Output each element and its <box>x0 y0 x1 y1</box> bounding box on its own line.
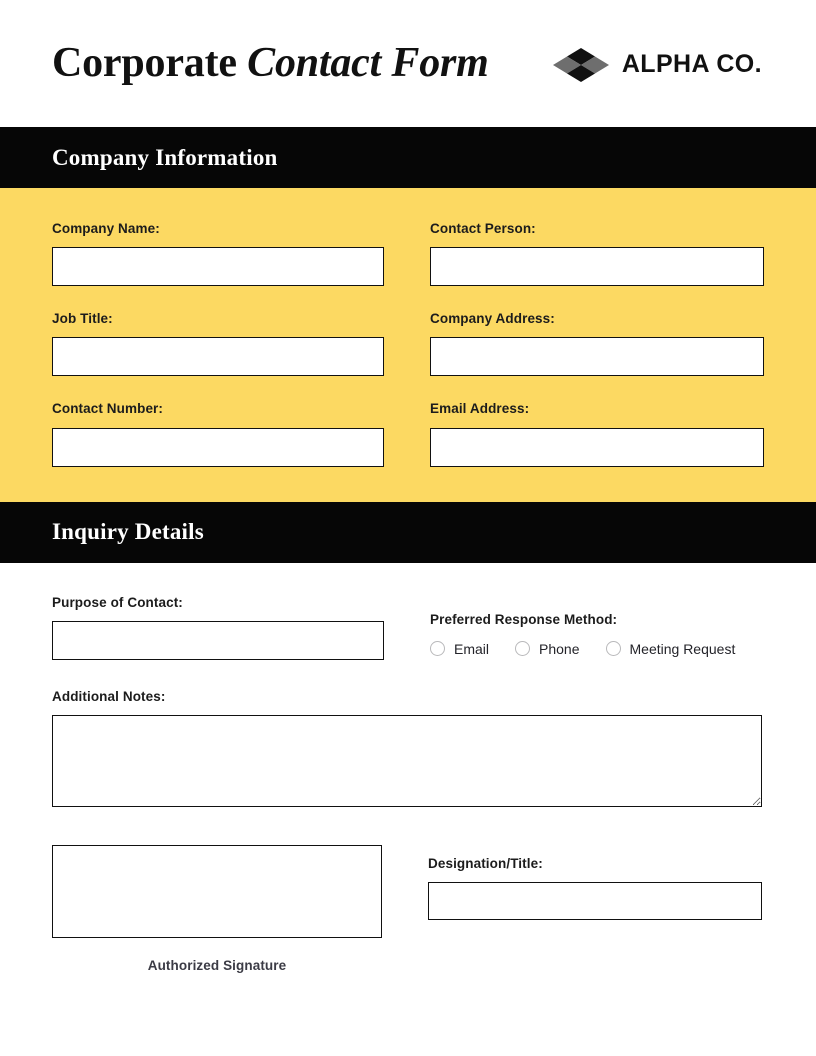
field-label: Email Address: <box>430 401 530 417</box>
company-name-input[interactable] <box>52 247 384 287</box>
field-row-2: Job Title: Company Address: <box>52 311 764 377</box>
inquiry-details-body: Purpose of Contact: Preferred Response M… <box>0 562 816 973</box>
field-additional-notes: Additional Notes: <box>52 689 764 812</box>
page-title: Corporate Contact Form <box>52 41 489 85</box>
page-header: Corporate Contact Form ALPHA CO. <box>0 0 816 127</box>
company-address-input[interactable] <box>430 337 764 377</box>
contact-number-input[interactable] <box>52 427 384 467</box>
radio-option-label: Email <box>454 640 490 657</box>
radio-circle-icon[interactable] <box>515 641 531 657</box>
radio-circle-icon[interactable] <box>430 641 445 657</box>
field-label: Contact Number: <box>52 401 164 417</box>
section-header-inquiry-details: Inquiry Details <box>0 501 816 563</box>
field-row-1: Company Name: Contact Person: <box>52 221 764 287</box>
field-label: Job Title: <box>52 311 113 327</box>
radio-option-meeting-request[interactable]: Meeting Request <box>605 640 736 657</box>
radio-option-label: Meeting Request <box>629 640 736 657</box>
purpose-of-contact-input[interactable] <box>52 620 384 660</box>
page-title-primary: Corporate <box>52 40 237 87</box>
field-label: Purpose of Contact: <box>52 594 183 610</box>
signature-row: Authorized Signature Designation/Title: <box>52 844 764 973</box>
field-contact-number: Contact Number: <box>52 401 384 467</box>
field-label: Company Name: <box>52 221 160 236</box>
four-diamond-logo-icon <box>552 47 609 82</box>
signature-canvas[interactable] <box>52 844 382 938</box>
contact-person-input[interactable] <box>430 247 764 287</box>
field-contact-person: Contact Person: <box>430 221 764 287</box>
field-preferred-response-method: Preferred Response Method: Email Phone M… <box>430 595 764 657</box>
field-label: Company Address: <box>430 311 555 327</box>
field-company-name: Company Name: <box>52 221 384 287</box>
signature-caption: Authorized Signature <box>147 957 287 973</box>
additional-notes-textarea[interactable] <box>52 714 762 807</box>
designation-title-input[interactable] <box>428 882 762 921</box>
field-label: Preferred Response Method: <box>430 611 618 627</box>
field-row-3: Contact Number: Email Address: <box>52 401 764 467</box>
response-method-radio-group: Email Phone Meeting Request <box>430 641 764 657</box>
radio-option-email[interactable]: Email <box>430 641 489 657</box>
field-authorized-signature: Authorized Signature <box>52 844 382 973</box>
field-purpose-of-contact: Purpose of Contact: <box>52 595 384 660</box>
field-company-address: Company Address: <box>430 311 764 377</box>
field-job-title: Job Title: <box>52 311 384 377</box>
radio-circle-icon[interactable] <box>605 641 621 657</box>
brand-lockup: ALPHA CO. <box>552 47 762 82</box>
section-title: Inquiry Details <box>52 519 204 545</box>
section-title: Company Information <box>52 144 278 170</box>
field-email-address: Email Address: <box>430 401 764 467</box>
form-page: Corporate Contact Form ALPHA CO. Company… <box>0 0 816 1056</box>
brand-name: ALPHA CO. <box>621 50 762 78</box>
section-header-company-information: Company Information <box>0 127 816 188</box>
company-information-body: Company Name: Contact Person: Job Title:… <box>0 188 816 502</box>
field-label: Contact Person: <box>430 221 536 236</box>
inquiry-row-1: Purpose of Contact: Preferred Response M… <box>52 595 764 660</box>
field-label: Additional Notes: <box>52 688 166 704</box>
email-address-input[interactable] <box>430 427 764 467</box>
field-designation-title: Designation/Title: <box>428 845 762 921</box>
radio-option-label: Phone <box>539 640 580 657</box>
job-title-input[interactable] <box>52 337 384 377</box>
field-label: Designation/Title: <box>428 855 543 871</box>
page-title-secondary: Contact Form <box>247 40 489 87</box>
radio-option-phone[interactable]: Phone <box>515 640 580 657</box>
